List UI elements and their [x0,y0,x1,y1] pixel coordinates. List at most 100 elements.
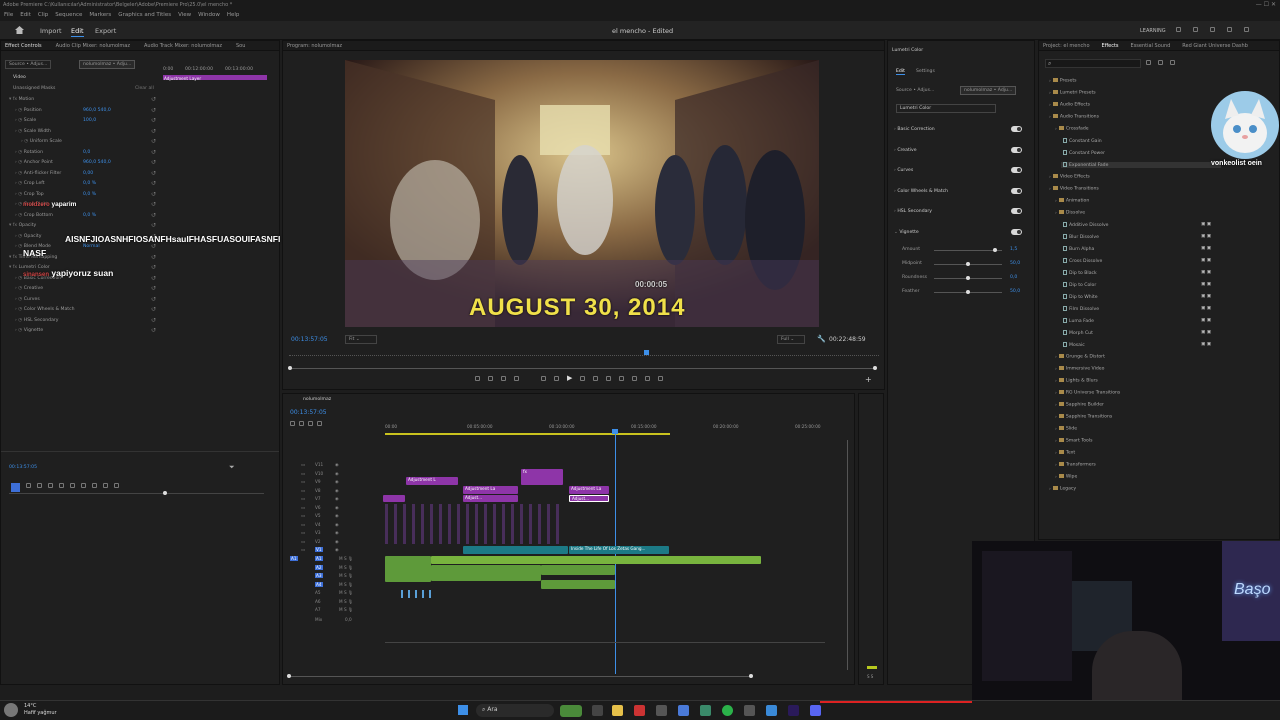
effects-tree-item[interactable]: Constant Gain [1061,138,1102,144]
track-lock-icon[interactable]: ▭ [301,496,305,501]
effect-prop-row[interactable]: › ◷ Color Wheels & Match [15,307,75,312]
menu-item-window[interactable]: Window [198,12,220,19]
effects-search-input[interactable]: ⌕ [1045,59,1141,68]
tab-edit[interactable]: Edit [71,27,84,37]
prop-toggle-icon[interactable]: › ◷ [15,192,24,197]
mute-solo-icons[interactable]: M S 🎙 [339,556,353,562]
tl-vscroll[interactable] [847,440,848,670]
lumetri-section-curves[interactable]: › Curves [894,168,913,173]
track-lock-icon[interactable]: ▭ [301,479,305,484]
ec-timecode[interactable]: 00:13:57:05 [9,465,37,470]
effects-tree-item[interactable]: Constant Power [1061,150,1105,156]
prop-toggle-icon[interactable]: ▾ fx [9,223,19,228]
prop-toggle-icon[interactable]: ▾ fx [9,255,19,260]
effect-prop-row[interactable]: › ◷ Vignette [15,328,43,333]
effects-filter-icons[interactable] [1146,60,1175,65]
taskbar-search[interactable]: ⌕ Ara [476,704,554,717]
track-label-a2[interactable]: A2 [315,564,323,570]
ec-zoom-handle[interactable] [163,491,167,495]
prop-toggle-icon[interactable]: › ◷ [15,181,24,186]
premiere-icon[interactable] [788,705,799,716]
mix-value[interactable]: 0,0 [345,617,352,622]
source-patch-a1[interactable]: A1 [290,556,298,561]
mute-solo-icons[interactable]: M S 🎙 [339,607,353,613]
reset-icon[interactable]: ↺ [151,159,156,166]
edge-icon[interactable] [678,705,689,716]
mute-solo-icons[interactable]: M S 🎙 [339,582,353,588]
effects-tree-item[interactable]: Dip to Black [1061,270,1097,276]
effects-tree-item[interactable]: › Dissolve [1055,210,1085,216]
track-lock-icon[interactable]: ▭ [301,471,305,476]
clip-adjustment-1[interactable]: Adjustment L [406,477,458,485]
track-eye-icon[interactable]: ◉ [335,479,339,484]
effects-tree-item[interactable]: › Legacy [1049,486,1076,492]
clip-v7-start[interactable] [383,495,405,502]
track-label-v1[interactable]: V1 [315,547,323,552]
zoom-end-handle[interactable] [873,366,877,370]
effects-tree-item[interactable]: › Text [1055,450,1075,456]
lumetri-toggle[interactable] [1011,208,1022,214]
tab-export[interactable]: Export [95,27,116,35]
task-view-icon[interactable] [592,705,603,716]
clip-a1-start[interactable] [385,556,431,582]
program-zoom-bar[interactable] [291,368,875,369]
ec-tab-2[interactable]: Audio Track Mixer: nolumolmaz [144,43,222,49]
file-explorer-icon[interactable] [612,705,623,716]
effect-prop-value[interactable]: 960,0 540,0 [83,160,111,165]
prop-toggle-icon[interactable]: › ◷ [15,328,24,333]
effects-tree-item[interactable]: Additive Dissolve [1061,222,1108,228]
effects-tree-item[interactable]: › RG Universe Transitions [1055,390,1120,396]
menu-item-sequence[interactable]: Sequence [55,12,82,19]
vignette-midpoint-handle[interactable] [966,262,970,266]
windows-start-icon[interactable] [458,705,468,715]
prop-toggle-icon[interactable]: › ◷ [15,234,24,239]
effects-tabs[interactable]: Project: el mencho Effects Essential Sound… [1039,41,1279,51]
effects-tree-item[interactable]: › Sapphire Builder [1055,402,1104,408]
effects-tab-1[interactable]: Effects [1102,43,1119,49]
effect-prop-row[interactable]: › ◷ Position [15,108,42,113]
playhead-head[interactable] [612,429,618,434]
menu-item-graphics-and-titles[interactable]: Graphics and Titles [118,12,171,19]
track-eye-icon[interactable]: ◉ [335,530,339,535]
effect-prop-value[interactable]: 0,0 % [83,181,96,186]
effects-tree-item[interactable]: › Transformers [1055,462,1096,468]
spotify-icon[interactable] [722,705,733,716]
program-playhead[interactable] [644,350,649,355]
track-lock-icon[interactable]: ▭ [301,539,305,544]
track-label-a5[interactable]: A5 [315,590,321,595]
tl-zoom-end[interactable] [749,674,753,678]
track-eye-icon[interactable]: ◉ [335,513,339,518]
effects-tree-item[interactable]: › Crossfade [1055,126,1089,132]
reset-icon[interactable]: ↺ [151,96,156,103]
lumetri-section-basic-correction[interactable]: › Basic Correction [894,127,935,132]
lumetri-toggle[interactable] [1011,146,1022,153]
sequence-tab[interactable]: nolumolmaz [303,397,331,402]
prop-toggle-icon[interactable]: ▾ fx [9,265,19,270]
reset-icon[interactable]: ↺ [151,327,156,334]
effects-tree-item[interactable]: › Immersive Video [1055,366,1104,372]
effects-tree-item[interactable]: › Grunge & Distort [1055,354,1105,360]
effect-prop-row[interactable]: › ◷ Scale [15,118,36,123]
prop-toggle-icon[interactable]: › ◷ [15,108,24,113]
clip-stack-small[interactable] [385,504,565,544]
prop-toggle-icon[interactable]: › ◷ [15,118,24,123]
effect-prop-row[interactable]: › ◷ Anchor Point [15,160,53,165]
prop-toggle-icon[interactable]: › ◷ [15,286,24,291]
prop-toggle-icon[interactable]: › ◷ [15,129,24,134]
reset-icon[interactable]: ↺ [151,212,156,219]
effects-tree-item[interactable]: › Audio Transitions [1049,114,1099,120]
effects-tree-item[interactable]: Mosaic [1061,342,1085,348]
reset-icon[interactable]: ↺ [151,306,156,313]
prop-toggle-icon[interactable]: › ◷ [21,139,30,144]
ec-tab-3[interactable]: Sou [236,43,245,49]
vignette-feather-handle[interactable] [966,290,970,294]
menu-item-clip[interactable]: Clip [38,12,48,19]
mute-solo-icons[interactable]: M S 🎙 [339,565,353,571]
app-icon-8[interactable] [744,705,755,716]
discord-icon[interactable] [810,705,821,716]
program-video-frame[interactable]: 00:00:05 AUGUST 30, 2014 [345,60,819,327]
vignette-midpoint-value[interactable]: 50,0 [1010,261,1020,266]
tools-bar[interactable] [11,483,119,492]
menu-item-markers[interactable]: Markers [89,12,111,19]
effect-prop-value[interactable]: 100,0 [83,118,96,123]
